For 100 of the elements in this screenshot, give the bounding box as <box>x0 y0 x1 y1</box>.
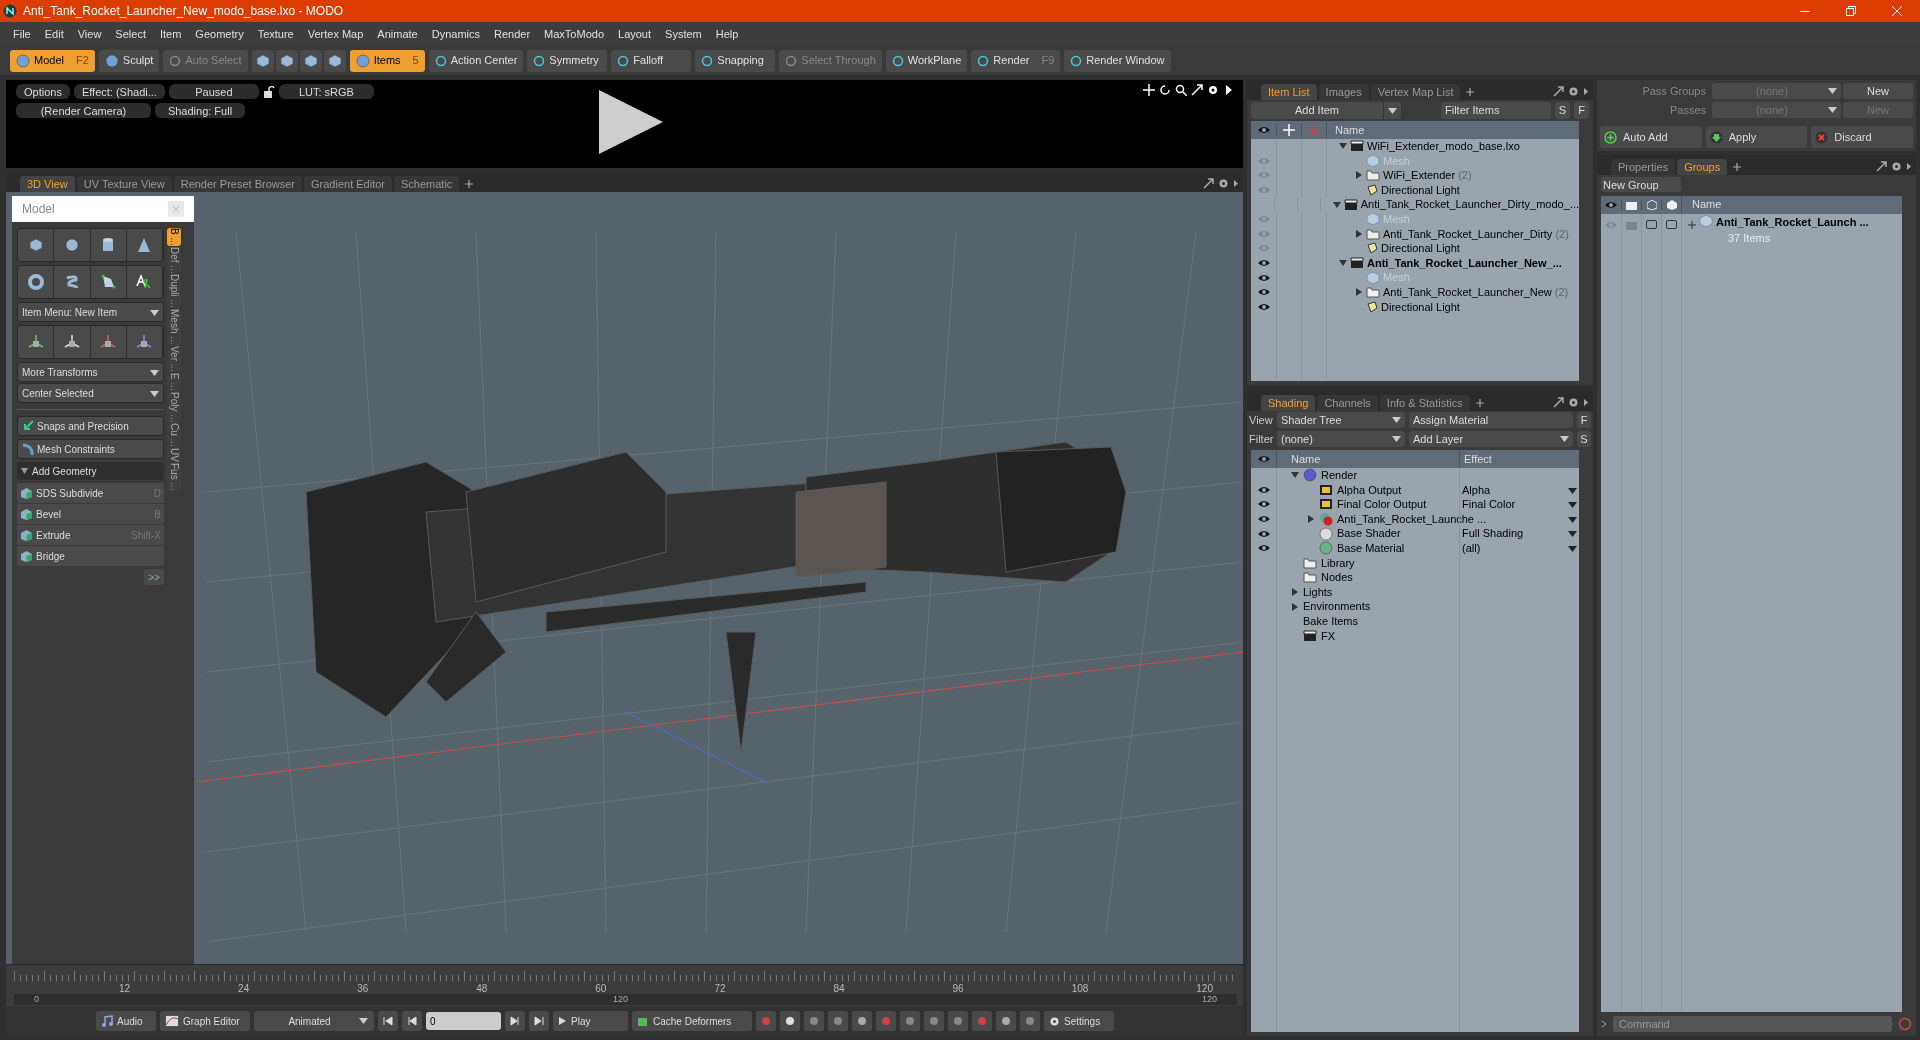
shader-item-name[interactable]: Render <box>1321 467 1358 484</box>
panel-tab[interactable]: Properties <box>1611 159 1676 175</box>
dropdown-menu[interactable]: More Transforms <box>17 362 164 382</box>
selection-mode-button[interactable] <box>299 49 322 72</box>
toolbar-button[interactable]: Items 5 <box>349 49 425 72</box>
toolbar-button[interactable]: WorkPlane <box>885 49 968 72</box>
palette-side-tab[interactable]: Cu ... <box>167 423 181 448</box>
tool-button[interactable]: Snaps and Precision <box>17 416 164 436</box>
filter-toggle-button[interactable]: F <box>1574 102 1589 119</box>
panel-tab[interactable]: Shading <box>1261 395 1316 411</box>
panel-tab[interactable]: Images <box>1318 84 1369 100</box>
new-button[interactable]: New <box>1843 83 1913 100</box>
item-name[interactable]: Anti_Tank_Rocket_Launcher_New <box>1383 284 1552 301</box>
menu-item[interactable]: Help <box>708 25 746 43</box>
menu-item[interactable]: Select <box>108 25 153 43</box>
filter-items-field[interactable]: Filter Items <box>1441 102 1551 119</box>
preview-option-button[interactable]: Shading: Full <box>155 103 245 118</box>
shader-item-name[interactable]: Base Material <box>1337 540 1405 557</box>
item-name[interactable]: Anti_Tank_Rocket_Launcher_Dirty <box>1383 225 1553 243</box>
toolbar-button[interactable]: Model F2 <box>10 49 95 72</box>
group-name[interactable]: Anti_Tank_Rocket_Launch ... <box>1716 213 1869 230</box>
palette-side-tab[interactable]: Dupli ... <box>167 274 181 309</box>
panel-tab[interactable]: UV Texture View <box>76 176 172 192</box>
bottom-bar-button[interactable]: Cache Deformers <box>632 1011 752 1031</box>
skip-start-button[interactable] <box>378 1011 398 1031</box>
bottom-bar-button[interactable]: Settings <box>1044 1011 1114 1031</box>
toolbar-button[interactable]: Sculpt <box>98 49 160 72</box>
assign-material-button[interactable]: Assign Material <box>1409 412 1573 429</box>
tool-button[interactable]: Bridge <box>17 546 164 566</box>
step-forward-button[interactable] <box>505 1011 525 1031</box>
menu-item[interactable]: Texture <box>250 25 301 43</box>
checkbox[interactable] <box>1646 219 1657 229</box>
pass-action-button[interactable]: Apply <box>1705 126 1808 148</box>
menu-item[interactable]: Render <box>487 25 538 43</box>
panel-toggle-button[interactable]: S <box>1577 430 1591 447</box>
menu-item[interactable]: MaxToModo <box>537 25 611 43</box>
menu-item[interactable]: Edit <box>37 25 71 43</box>
item-name[interactable]: Directional Light <box>1381 181 1460 199</box>
shader-item-name[interactable]: Environments <box>1303 598 1371 615</box>
frame-field[interactable]: 0 <box>426 1012 501 1030</box>
filter-toggle-button[interactable]: S <box>1555 102 1570 119</box>
preview-option-button[interactable]: (Render Camera) <box>16 103 151 118</box>
toolbar-button[interactable]: Render F9 <box>971 49 1061 72</box>
item-name[interactable]: Directional Light <box>1381 298 1460 316</box>
selection-mode-button[interactable] <box>251 49 274 72</box>
menu-item[interactable]: System <box>658 25 709 43</box>
panel-tab[interactable]: Info & Statistics <box>1379 395 1470 411</box>
shader-item-name[interactable]: Alpha Output <box>1337 481 1402 499</box>
panel-tab[interactable]: Vertex Map List <box>1370 84 1461 100</box>
toolbar-button[interactable]: Action Center <box>428 49 524 72</box>
key-tool-button[interactable] <box>780 1011 800 1031</box>
item-name[interactable]: Directional Light <box>1381 240 1460 257</box>
more-button[interactable]: >> <box>144 569 164 585</box>
item-name[interactable]: WiFi_Extender_modo_base.lxo <box>1367 138 1520 155</box>
skip-end-button[interactable] <box>529 1011 549 1031</box>
shader-item-name[interactable]: Base Shader <box>1337 525 1401 542</box>
new-group-button[interactable]: New Group <box>1601 177 1681 192</box>
toolbar-button[interactable]: Falloff <box>611 49 692 72</box>
menu-item[interactable]: Layout <box>611 25 659 43</box>
palette-side-tab[interactable]: UV <box>167 448 181 463</box>
tool-button[interactable]: Mesh Constraints <box>17 439 164 459</box>
preview-option-button[interactable]: Paused <box>168 84 259 99</box>
panel-tab[interactable]: Schematic <box>394 176 460 192</box>
lut-button[interactable]: LUT: sRGB <box>278 84 374 99</box>
panel-tab[interactable]: Gradient Editor <box>304 176 392 192</box>
shader-item-name[interactable]: Nodes <box>1321 569 1353 586</box>
palette-side-tab[interactable]: Def ... <box>167 246 181 274</box>
palette-side-tab[interactable]: Poly ... <box>167 391 181 423</box>
key-tool-button[interactable] <box>852 1011 872 1031</box>
bottom-bar-button[interactable]: Graph Editor <box>160 1011 250 1031</box>
toolbar-button[interactable]: Symmetry <box>527 49 608 72</box>
panel-tab[interactable]: Item List <box>1261 84 1317 100</box>
shader-item-name[interactable]: Lights <box>1303 583 1333 601</box>
shader-item-name[interactable]: Bake Items <box>1303 613 1359 630</box>
toolbar-button[interactable]: Snapping <box>695 49 776 72</box>
shader-item-name[interactable]: Anti_Tank_Rocket_Launche ... <box>1337 510 1487 528</box>
bottom-bar-button[interactable]: Play <box>553 1011 628 1031</box>
item-name[interactable]: Anti_Tank_Rocket_Launcher_New_... <box>1367 254 1562 272</box>
selection-mode-button[interactable] <box>323 49 346 72</box>
key-tool-button[interactable] <box>996 1011 1016 1031</box>
dropdown-menu[interactable]: Center Selected <box>17 383 164 403</box>
shader-item-name[interactable]: Library <box>1321 554 1355 572</box>
preview-option-button[interactable]: Effect: (Shadi... <box>73 84 165 99</box>
palette-side-tab[interactable]: Fus ... <box>167 463 181 492</box>
dropdown-menu[interactable]: Shader Tree <box>1277 412 1405 429</box>
panel-tab[interactable]: 3D View <box>20 176 75 192</box>
dropdown-menu[interactable]: (none) <box>1277 430 1405 447</box>
menu-item[interactable]: View <box>70 25 109 43</box>
shader-item-name[interactable]: FX <box>1321 627 1336 645</box>
shader-item-name[interactable]: Final Color Output <box>1337 496 1427 513</box>
animation-mode-dropdown[interactable]: Animated <box>254 1011 374 1031</box>
item-name[interactable]: WiFi_Extender <box>1383 167 1456 184</box>
menu-item[interactable]: Vertex Map <box>300 25 371 43</box>
menu-item[interactable]: Dynamics <box>424 25 487 43</box>
menu-item[interactable]: File <box>6 25 38 43</box>
palette-side-tab[interactable]: E ... <box>167 373 181 391</box>
menu-item[interactable]: Geometry <box>188 25 251 43</box>
palette-side-tab[interactable]: B ... <box>167 228 181 246</box>
preview-option-button[interactable]: Options <box>16 84 70 99</box>
palette-side-tab[interactable]: Ver ... <box>167 345 181 373</box>
